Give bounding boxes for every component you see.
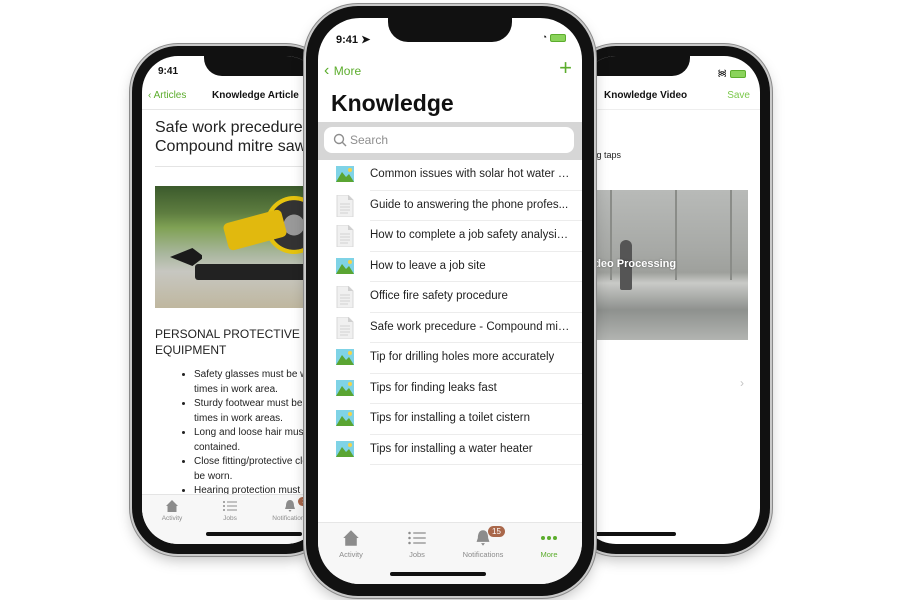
divider — [155, 166, 315, 167]
nav-bar: ‹ Articles Knowledge Article — [142, 84, 322, 110]
battery-icon — [730, 69, 746, 78]
list-item[interactable]: How to leave a job site — [318, 252, 582, 282]
nav-title: Knowledge Video — [604, 90, 688, 101]
location-icon: ➤ — [358, 34, 371, 46]
tab-bar: Activity Jobs Notifications 15 — [142, 494, 322, 544]
more-icon — [541, 536, 557, 540]
image-icon — [336, 408, 354, 430]
tab-activity[interactable]: Activity — [142, 499, 202, 522]
home-indicator — [390, 572, 486, 576]
wifi-icon: ◔ — [541, 32, 547, 42]
knowledge-screen: 9:41 ➤ ◔ ‹ More + Knowledge Common issue… — [318, 18, 582, 584]
separator — [370, 464, 582, 465]
list-item[interactable]: Tips for installing a water heater — [318, 435, 582, 465]
status-icons: ᯼ — [717, 66, 746, 79]
list-item-label: How to complete a job safety analysis... — [370, 229, 570, 241]
list-item[interactable]: Tips for installing a toilet cistern — [318, 404, 582, 435]
list-item: Close fitting/protective clothing must — [194, 455, 322, 470]
notch — [580, 56, 690, 76]
list-item[interactable]: Safe work precedure - Compound mit... — [318, 313, 582, 343]
article-screen: 9:41 ‹ Articles Knowledge Article Safe w… — [142, 56, 322, 544]
status-time: 9:41 ➤ — [336, 34, 371, 46]
tab-notifications[interactable]: Notifications 15 — [450, 526, 516, 559]
wifi-icon: ᯼ — [717, 68, 727, 78]
video-thumbnail[interactable]: Video Processing — [580, 190, 748, 340]
search-field[interactable] — [324, 127, 574, 153]
list-item: Sturdy footwear must be worn at all — [194, 397, 322, 412]
list-item-label: Common issues with solar hot water s... — [370, 168, 570, 180]
home-indicator — [580, 532, 676, 536]
image-icon — [336, 378, 354, 400]
knowledge-list: Common issues with solar hot water s... G… — [318, 160, 582, 465]
tab-jobs[interactable]: Jobs — [200, 499, 260, 522]
add-button[interactable]: + — [559, 56, 572, 80]
chevron-left-icon: ‹ — [324, 62, 334, 79]
notch — [204, 56, 322, 76]
list-icon — [408, 531, 426, 545]
ppe-list: Safety glasses must be worn at all times… — [184, 368, 322, 499]
document-icon — [336, 316, 354, 339]
search-icon — [333, 133, 347, 147]
document-icon — [336, 194, 354, 217]
list-item[interactable]: Guide to answering the phone profes... — [318, 191, 582, 221]
list-item-label: Tips for finding leaks fast — [370, 381, 497, 394]
battery-icon — [550, 33, 566, 42]
list-item[interactable]: How to complete a job safety analysis... — [318, 221, 582, 252]
home-indicator — [206, 532, 302, 536]
notch — [388, 18, 512, 42]
tab-jobs[interactable]: Jobs — [384, 529, 450, 559]
video-screen: ᯼ Knowledge Video Save acing taps Video … — [580, 56, 760, 544]
status-icons: ◔ — [542, 32, 566, 42]
list-item-label: Office fire safety procedure — [370, 290, 508, 302]
list-item[interactable]: Office fire safety procedure — [318, 282, 582, 313]
nav-bar: ‹ More + — [318, 56, 582, 86]
article-image-mitre-saw — [155, 186, 322, 308]
page-title: Knowledge — [331, 90, 454, 116]
bell-icon — [285, 500, 295, 512]
search-input[interactable] — [350, 131, 560, 149]
list-item[interactable]: Tip for drilling holes more accurately — [318, 343, 582, 374]
image-icon — [336, 347, 354, 369]
search-bar — [318, 122, 582, 160]
article-title: Safe work precedure - Compound mitre saw — [155, 119, 313, 155]
list-icon — [223, 501, 237, 511]
document-icon — [336, 285, 354, 309]
list-item: Long and loose hair must be — [194, 426, 322, 441]
image-icon — [336, 256, 354, 278]
phone-knowledge-article: 9:41 ‹ Articles Knowledge Article Safe w… — [132, 46, 332, 554]
tab-more[interactable]: More — [516, 529, 582, 559]
status-time: 9:41 — [158, 66, 179, 77]
list-item-label: Guide to answering the phone profes... — [370, 198, 569, 211]
back-button[interactable]: ‹ More — [324, 62, 361, 80]
phone-knowledge-list: 9:41 ➤ ◔ ‹ More + Knowledge Common issue… — [306, 6, 594, 596]
document-icon — [336, 224, 354, 248]
list-item-label: Safe work precedure - Compound mit... — [370, 320, 570, 333]
list-item[interactable]: Tips for finding leaks fast — [318, 374, 582, 404]
nav-title: Knowledge Article — [212, 90, 299, 101]
house-icon — [343, 530, 359, 546]
list-item-label: Tip for drilling holes more accurately — [370, 351, 555, 363]
chevron-right-icon[interactable]: › — [740, 376, 744, 390]
tab-activity[interactable]: Activity — [318, 529, 384, 559]
list-item[interactable]: Common issues with solar hot water s... — [318, 160, 582, 191]
video-status-label: Video Processing — [584, 258, 677, 270]
list-item-label: How to leave a job site — [370, 259, 486, 272]
house-icon — [166, 500, 178, 512]
list-item: Safety glasses must be worn at all — [194, 368, 322, 383]
save-button[interactable]: Save — [727, 90, 750, 101]
section-heading: PERSONAL PROTECTIVE EQUIPMENT — [155, 327, 300, 357]
phone-knowledge-video: ᯼ Knowledge Video Save acing taps Video … — [570, 46, 770, 554]
notification-badge: 15 — [488, 526, 505, 537]
nav-bar: Knowledge Video Save — [580, 84, 760, 110]
list-item-label: Tips for installing a toilet cistern — [370, 412, 531, 424]
image-icon — [336, 439, 354, 461]
image-icon — [336, 164, 354, 186]
list-item-label: Tips for installing a water heater — [370, 442, 533, 455]
back-button[interactable]: ‹ Articles — [148, 90, 186, 101]
